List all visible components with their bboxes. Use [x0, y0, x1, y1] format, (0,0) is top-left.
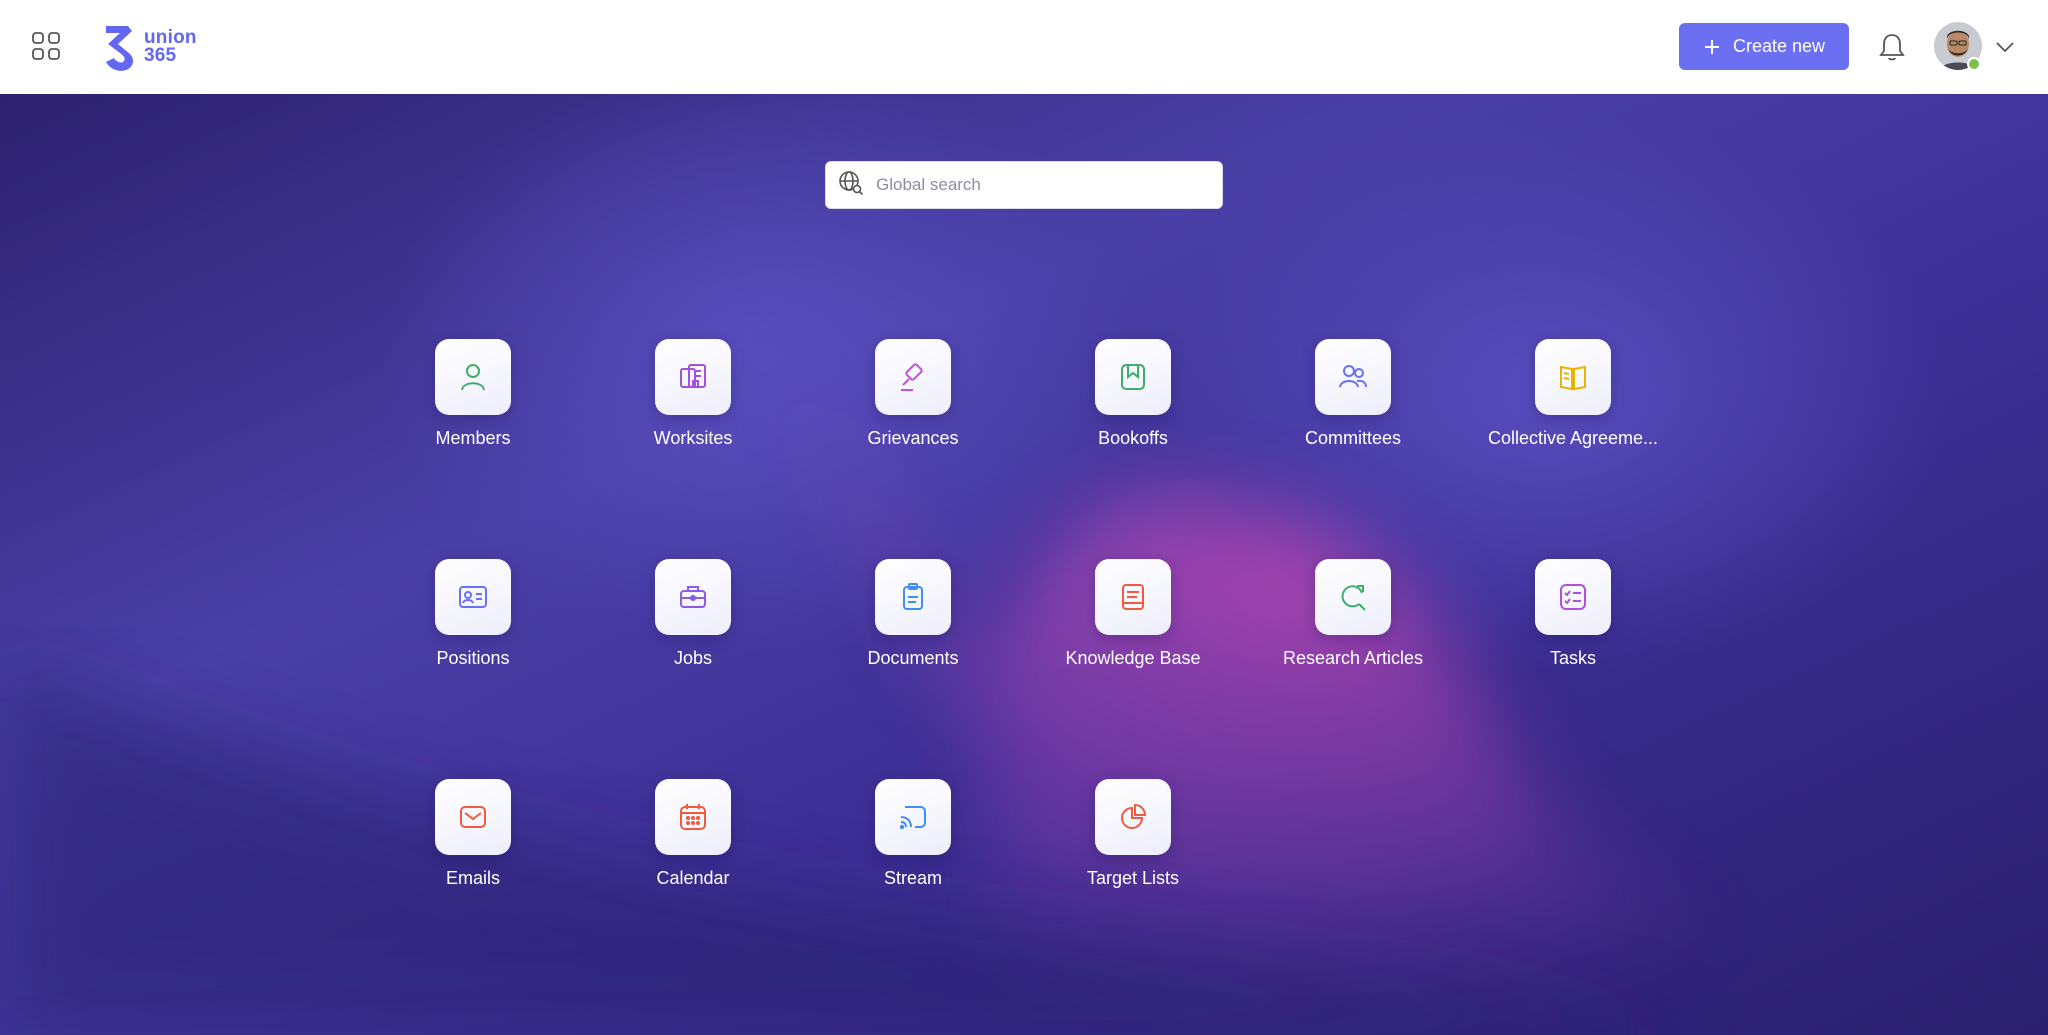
- app-collective-agreements[interactable]: Collective Agreeme...: [1463, 339, 1683, 449]
- app-label: Bookoffs: [1098, 428, 1168, 448]
- member-icon: [435, 339, 511, 415]
- calendar-icon: [655, 779, 731, 855]
- app-target-lists[interactable]: Target Lists: [1023, 779, 1243, 889]
- app-label: Emails: [445, 868, 500, 888]
- app-label: Documents: [867, 648, 959, 668]
- create-new-button[interactable]: Create new: [1679, 23, 1849, 70]
- research-icon: [1315, 559, 1391, 635]
- global-search-input[interactable]: [876, 175, 1196, 195]
- online-status-dot: [1967, 57, 1981, 71]
- app-bookoffs[interactable]: Bookoffs: [1023, 339, 1243, 449]
- app-documents[interactable]: Documents: [803, 559, 1023, 669]
- people-icon: [1315, 339, 1391, 415]
- top-bar: union 365 Create new: [0, 0, 2048, 94]
- clipboard-icon: [875, 559, 951, 635]
- app-research-articles[interactable]: Research Articles: [1243, 559, 1463, 669]
- worksites-icon: [655, 339, 731, 415]
- app-members[interactable]: Members: [363, 339, 583, 449]
- app-label: Worksites: [653, 428, 733, 448]
- bookmark-icon: [1095, 339, 1171, 415]
- app-label: Grievances: [867, 428, 959, 448]
- app-worksites[interactable]: Worksites: [583, 339, 803, 449]
- app-label: Collective Agreeme...: [1487, 428, 1659, 448]
- app-label: Knowledge Base: [1065, 648, 1201, 668]
- globe-search-icon: [838, 170, 864, 201]
- logo[interactable]: union 365: [102, 22, 197, 72]
- app-label: Calendar: [656, 868, 730, 888]
- stream-icon: [875, 779, 951, 855]
- app-label: Members: [435, 428, 511, 448]
- app-positions[interactable]: Positions: [363, 559, 583, 669]
- global-search-box[interactable]: [825, 161, 1223, 209]
- app-label: Research Articles: [1282, 648, 1424, 668]
- app-label: Tasks: [1549, 648, 1596, 668]
- app-emails[interactable]: Emails: [363, 779, 583, 889]
- app-grid-icon[interactable]: [31, 31, 61, 61]
- app-label: Positions: [436, 648, 510, 668]
- gavel-icon: [875, 339, 951, 415]
- app-calendar[interactable]: Calendar: [583, 779, 803, 889]
- app-label: Target Lists: [1086, 868, 1180, 888]
- app-jobs[interactable]: Jobs: [583, 559, 803, 669]
- create-new-label: Create new: [1732, 36, 1826, 56]
- checklist-icon: [1535, 559, 1611, 635]
- app-tasks[interactable]: Tasks: [1463, 559, 1683, 669]
- book-icon: [1535, 339, 1611, 415]
- id-card-icon: [435, 559, 511, 635]
- app-label: Stream: [883, 868, 943, 888]
- mail-icon: [435, 779, 511, 855]
- app-label: Committees: [1304, 428, 1402, 448]
- bell-icon[interactable]: [1877, 31, 1907, 63]
- briefcase-icon: [655, 559, 731, 635]
- logo-mark-icon: [106, 26, 134, 71]
- pie-chart-icon: [1095, 779, 1171, 855]
- app-knowledge-base[interactable]: Knowledge Base: [1023, 559, 1243, 669]
- logo-text-line2: 365: [144, 45, 177, 66]
- chevron-down-icon[interactable]: [1994, 36, 2016, 58]
- plus-icon: [1703, 38, 1721, 56]
- app-grievances[interactable]: Grievances: [803, 339, 1023, 449]
- app-stream[interactable]: Stream: [803, 779, 1023, 889]
- app-label: Jobs: [673, 648, 713, 668]
- knowledge-icon: [1095, 559, 1171, 635]
- app-committees[interactable]: Committees: [1243, 339, 1463, 449]
